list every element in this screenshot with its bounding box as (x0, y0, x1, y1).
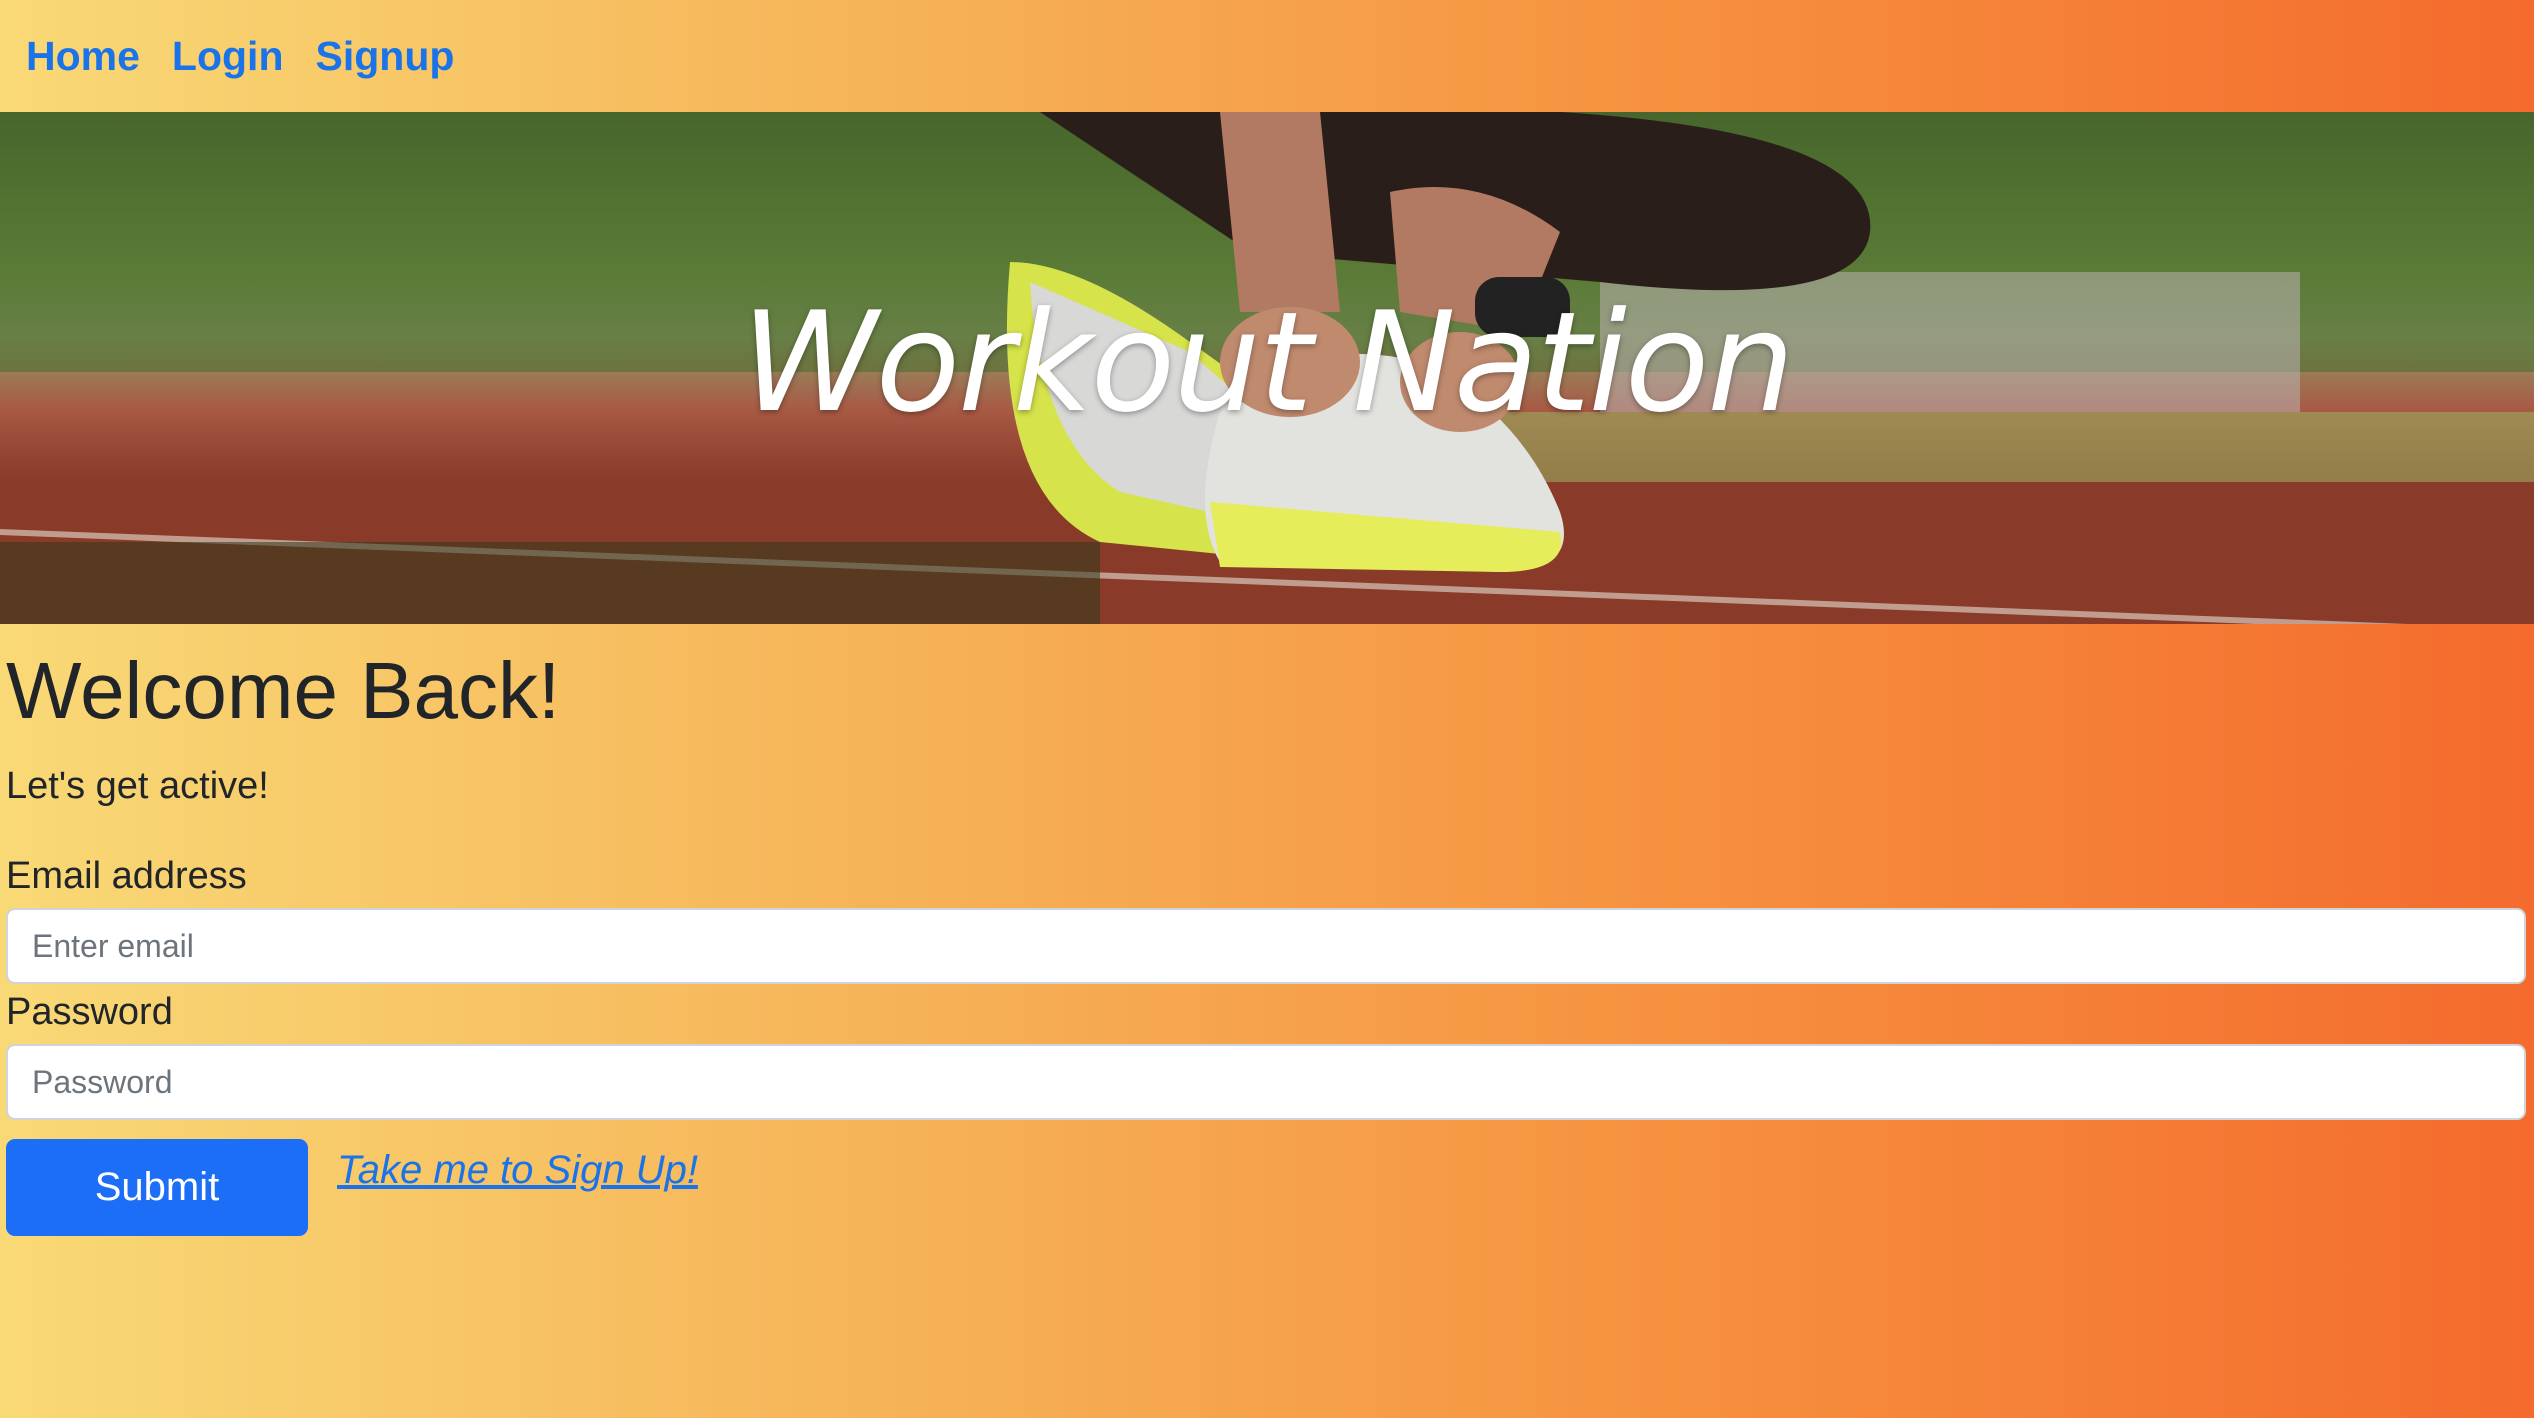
email-label: Email address (6, 855, 247, 897)
email-field[interactable] (6, 908, 2526, 984)
password-field[interactable] (6, 1044, 2526, 1120)
nav-home-link[interactable]: Home (26, 33, 140, 80)
submit-button[interactable]: Submit (6, 1139, 308, 1236)
top-nav: Home Login Signup (0, 0, 2534, 112)
tagline-text: Let's get active! (6, 765, 269, 807)
password-label: Password (6, 991, 173, 1033)
signup-link[interactable]: Take me to Sign Up! (337, 1148, 698, 1193)
hero-banner: Workout Nation (0, 112, 2534, 624)
nav-login-link[interactable]: Login (172, 33, 284, 80)
nav-signup-link[interactable]: Signup (316, 33, 455, 80)
hero-title: Workout Nation (741, 282, 1795, 443)
welcome-heading: Welcome Back! (6, 646, 561, 735)
